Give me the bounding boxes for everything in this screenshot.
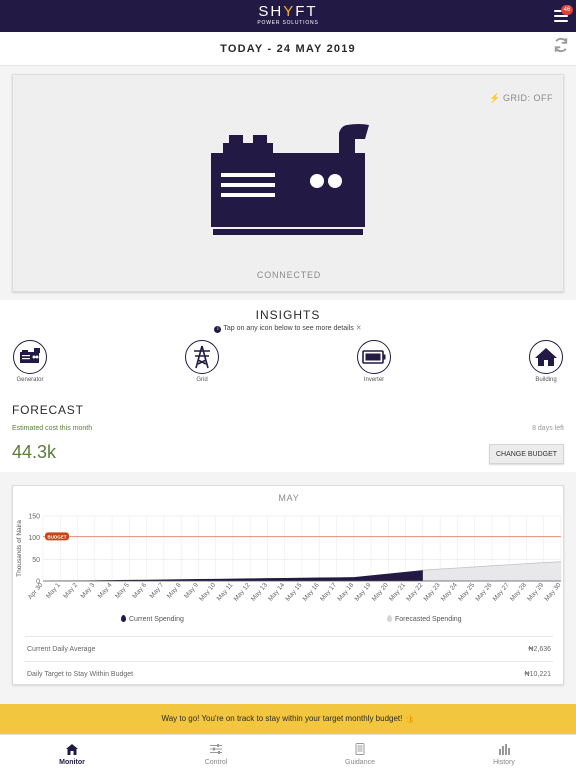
insight-building[interactable]: Building	[516, 340, 576, 383]
x-tick-label: May 16	[302, 582, 321, 603]
x-tick-label: May 11	[216, 581, 235, 602]
pylon-icon	[194, 345, 210, 369]
bar-chart-icon	[499, 743, 510, 755]
tab-history[interactable]: History	[432, 735, 576, 768]
insight-inverter[interactable]: Inverter	[344, 340, 404, 383]
bottom-tab-bar: Monitor Control Guidance History	[0, 734, 576, 768]
info-icon: i	[214, 326, 222, 333]
legend-current: Current Spending	[121, 615, 184, 623]
sliders-icon	[210, 744, 222, 754]
chart-title: MAY	[278, 493, 300, 503]
x-tick-label: May 9	[183, 581, 200, 599]
x-tick-label: May 10	[198, 582, 217, 603]
shyft-logo: SHYFT POWER SOLUTIONS	[257, 3, 319, 27]
x-tick-label: May 4	[97, 581, 114, 599]
x-tick-label: May 28	[509, 582, 528, 603]
x-tick-label: Apr 30	[27, 581, 45, 600]
change-budget-button[interactable]: CHANGE BUDGET	[489, 444, 564, 464]
home-icon	[66, 743, 78, 755]
status-banner: Way to go! You're on track to stay withi…	[0, 704, 576, 734]
x-tick-label: May 15	[284, 582, 303, 603]
legend-forecast: Forecasted Spending	[387, 615, 462, 623]
insights-hint: i Tap on any icon below to see more detai…	[0, 324, 576, 333]
x-tick-label: May 2	[62, 581, 79, 599]
x-tick-label: May 13	[250, 582, 269, 603]
insight-grid[interactable]: Grid	[172, 340, 232, 383]
tab-guidance[interactable]: Guidance	[288, 735, 432, 768]
x-tick-label: May 1	[45, 581, 62, 599]
tablet-icon	[355, 743, 365, 755]
x-tick-label: May 26	[474, 582, 493, 603]
budget-badge-label: BUDGET	[48, 534, 67, 539]
x-tick-label: May 29	[526, 582, 545, 603]
days-left: 8 days left	[532, 425, 564, 432]
x-tick-label: May 23	[423, 582, 442, 603]
power-source-card[interactable]: ⚡ GRID: OFF CONNECTED	[12, 74, 564, 292]
y-tick-label: 100	[28, 535, 40, 542]
x-tick-label: May 21	[388, 582, 407, 603]
map-pin-icon	[387, 615, 392, 622]
current-daily-average-row: Current Daily Average ₦2,636	[25, 636, 553, 661]
insights-section: INSIGHTS i Tap on any icon below to see m…	[0, 300, 576, 396]
estimated-cost-label: Estimated cost this month	[12, 425, 93, 432]
spending-chart-card: MAY 0 50 100 150 Thousands of Naira BUDGET Apr…	[12, 485, 564, 685]
grid-status: ⚡ GRID: OFF	[489, 93, 553, 103]
x-tick-label: May 17	[319, 582, 338, 603]
forecast-title: FORECAST	[12, 403, 84, 417]
x-tick-label: May 7	[149, 581, 166, 599]
daily-target-row: Daily Target to Stay Within Budget ₦10,2…	[25, 661, 553, 686]
generator-illustration-icon	[211, 124, 369, 235]
battery-icon	[362, 350, 386, 364]
notification-badge[interactable]: 46	[561, 5, 573, 15]
spending-chart: 050100150Thousands of Naira BUDGETApr 30 M…	[16, 514, 563, 603]
x-tick-label: May 3	[80, 581, 97, 599]
y-tick-label: 150	[28, 514, 40, 521]
x-tick-label: May 25	[457, 582, 476, 603]
x-tick-label: May 14	[267, 582, 286, 603]
x-tick-label: May 30	[543, 582, 562, 603]
x-tick-label: May 27	[492, 582, 511, 603]
y-axis-label: Thousands of Naira	[16, 520, 23, 577]
date-bar: TODAY - 24 MAY 2019	[0, 32, 576, 66]
x-tick-label: May 20	[371, 582, 390, 603]
insight-generator[interactable]: Generator	[0, 340, 60, 383]
date-title: TODAY - 24 MAY 2019	[220, 43, 356, 55]
x-tick-label: May 5	[114, 581, 131, 599]
x-tick-label: May 19	[354, 582, 373, 603]
y-tick-label: 50	[32, 557, 40, 564]
x-tick-label: May 6	[131, 581, 148, 599]
x-tick-label: May 24	[440, 582, 459, 603]
tab-monitor[interactable]: Monitor	[0, 735, 144, 768]
tab-control[interactable]: Control	[144, 735, 288, 768]
lightning-icon: ⚡	[489, 93, 501, 103]
x-tick-label: May 22	[405, 582, 424, 603]
x-tick-label: May 12	[233, 582, 252, 603]
estimated-cost-value: 44.3k	[12, 442, 57, 462]
x-tick-label: May 8	[166, 581, 183, 599]
forecast-section: FORECAST Estimated cost this month 8 day…	[0, 396, 576, 472]
map-pin-icon	[121, 615, 126, 622]
house-icon	[535, 348, 557, 366]
dismiss-hint-icon[interactable]: ✕	[356, 325, 362, 332]
top-bar: SHYFT POWER SOLUTIONS 46	[0, 0, 576, 32]
refresh-icon[interactable]	[552, 36, 570, 54]
x-tick-label: May 18	[336, 582, 355, 603]
insights-title: INSIGHTS	[255, 308, 321, 322]
generator-icon	[20, 348, 40, 363]
connection-status: CONNECTED	[256, 270, 322, 280]
